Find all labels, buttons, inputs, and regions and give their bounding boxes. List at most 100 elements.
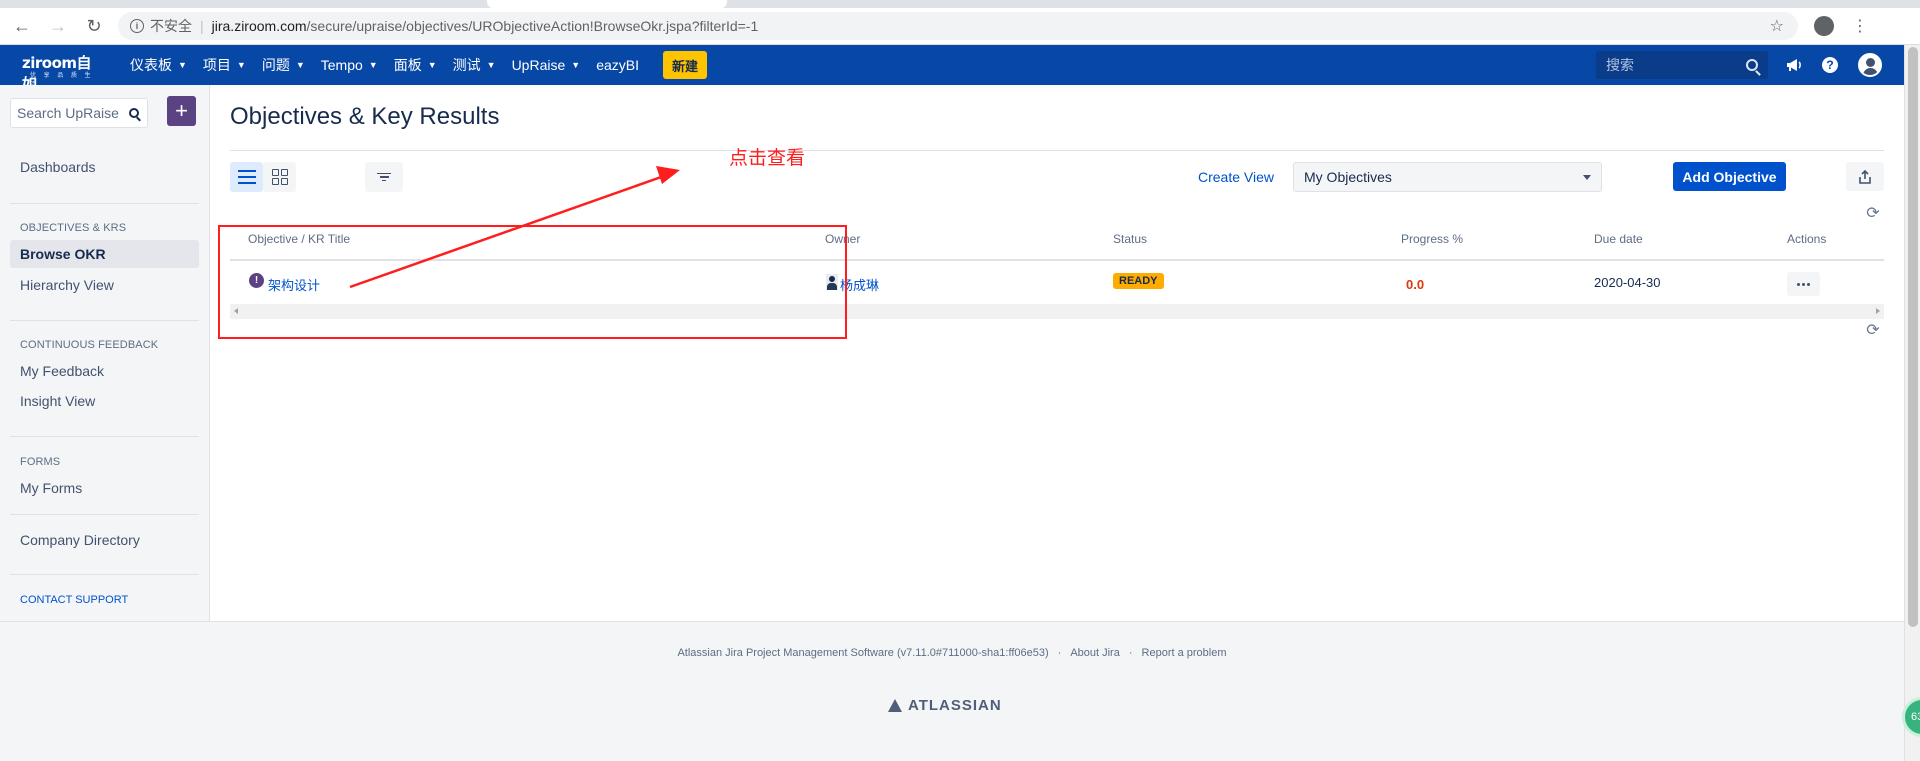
browser-profile-icon[interactable]: [1814, 16, 1834, 36]
footer-about-link[interactable]: About Jira: [1070, 647, 1120, 659]
chevron-down-icon: ▼: [486, 60, 496, 70]
annotation-text: 点击查看: [729, 148, 806, 169]
sidebar-item-my-forms[interactable]: My Forms: [20, 480, 82, 496]
status-badge: READY: [1113, 273, 1164, 289]
jira-header: ziroom自如 优 享 品 质 生 活 仪表板 ▼ 项目 ▼ 问题 ▼ Tempo ▼…: [0, 45, 1904, 93]
chevron-down-icon: ▼: [236, 60, 246, 70]
header-nav: 仪表板 ▼ 项目 ▼ 问题 ▼ Tempo ▼ 面板 ▼ 测试 ▼ UpRaise ▼ eaz…: [122, 45, 647, 85]
sidebar-search[interactable]: [10, 98, 148, 128]
refresh-icon[interactable]: ⟳: [1865, 203, 1881, 222]
browser-menu-icon[interactable]: ⋮: [1852, 18, 1868, 34]
nav-label: 问题: [261, 57, 290, 73]
sidebar-item-hierarchy-view[interactable]: Hierarchy View: [20, 277, 114, 293]
create-view-link[interactable]: Create View: [1198, 169, 1274, 185]
footer-report-link[interactable]: Report a problem: [1142, 647, 1227, 659]
share-icon: [1859, 169, 1871, 184]
chevron-down-icon: [1583, 174, 1591, 180]
sidebar-section-forms: FORMS: [20, 456, 61, 468]
nav-label: Tempo: [320, 57, 363, 73]
page-title: Objectives & Key Results: [230, 103, 500, 130]
list-icon: [237, 170, 256, 184]
column-header-actions: Actions: [1787, 232, 1827, 246]
sidebar-item-insight-view[interactable]: Insight View: [20, 393, 95, 409]
filter-button[interactable]: [365, 162, 403, 192]
export-button[interactable]: [1846, 162, 1884, 191]
create-button[interactable]: 新建: [663, 51, 708, 79]
nav-label: 测试: [452, 57, 481, 73]
nav-label: eazyBI: [596, 57, 639, 73]
nav-label: 面板: [393, 57, 422, 73]
column-header-status[interactable]: Status: [1113, 232, 1147, 246]
bookmark-star-icon[interactable]: ☆: [1770, 16, 1784, 36]
search-placeholder: 搜索: [1606, 57, 1634, 73]
browser-toolbar: ← → ↻ i 不安全 | jira.ziroom.com /secure/up…: [0, 8, 1920, 45]
scrollbar-thumb[interactable]: [1908, 47, 1918, 627]
sidebar-item-my-feedback[interactable]: My Feedback: [20, 363, 104, 379]
help-icon[interactable]: ?: [1822, 57, 1838, 73]
reload-icon[interactable]: ↻: [80, 12, 108, 40]
page-scrollbar[interactable]: [1904, 45, 1920, 761]
scroll-right-icon[interactable]: [1876, 308, 1880, 314]
due-date: 2020-04-30: [1594, 275, 1661, 290]
user-avatar[interactable]: [1858, 53, 1882, 77]
row-actions-button[interactable]: [1787, 272, 1820, 296]
url-host: jira.ziroom.com: [211, 18, 307, 34]
sidebar-divider: [10, 514, 199, 515]
sidebar-item-company-directory[interactable]: Company Directory: [20, 532, 140, 548]
atlassian-logo-icon: [888, 699, 902, 712]
chevron-down-icon: ▼: [178, 60, 187, 70]
view-select[interactable]: My Objectives: [1293, 162, 1602, 192]
nav-tempo[interactable]: Tempo ▼: [313, 45, 386, 85]
nav-projects[interactable]: 项目 ▼: [195, 45, 254, 85]
forward-arrow-icon[interactable]: →: [44, 12, 72, 40]
sidebar-search-input[interactable]: [17, 105, 127, 121]
add-objective-button[interactable]: Add Objective: [1673, 162, 1786, 191]
title-divider: [230, 150, 1884, 151]
contact-support-link[interactable]: CONTACT SUPPORT: [20, 594, 128, 606]
column-header-progress[interactable]: Progress %: [1401, 232, 1463, 246]
search-icon[interactable]: [129, 108, 139, 118]
nav-dashboards[interactable]: 仪表板 ▼: [122, 45, 195, 85]
nav-label: 项目: [202, 57, 231, 73]
nav-eazybi[interactable]: eazyBI: [588, 45, 647, 85]
browser-active-tab[interactable]: [487, 0, 727, 8]
atlassian-wordmark: ATLASSIAN: [908, 697, 1002, 714]
nav-tests[interactable]: 测试 ▼: [445, 45, 504, 85]
address-bar[interactable]: i 不安全 | jira.ziroom.com /secure/upraise/…: [118, 12, 1798, 40]
sidebar-divider: [10, 203, 199, 204]
info-icon[interactable]: i: [130, 19, 144, 33]
card-view-button[interactable]: [263, 162, 296, 192]
column-header-due-date[interactable]: Due date: [1594, 232, 1643, 246]
search-icon: [1746, 59, 1758, 71]
header-search-input[interactable]: 搜索: [1596, 51, 1768, 79]
ziroom-logo[interactable]: ziroom自如 优 享 品 质 生 活: [22, 50, 104, 93]
back-arrow-icon[interactable]: ←: [8, 12, 36, 40]
view-toggle: [230, 162, 296, 192]
footer-software-link[interactable]: Atlassian Jira Project Management Softwa…: [677, 647, 1048, 659]
add-button[interactable]: +: [167, 96, 196, 126]
atlassian-logo[interactable]: ATLASSIAN: [888, 697, 1002, 714]
browser-tab-strip: [0, 0, 1920, 8]
chevron-down-icon: ▼: [368, 60, 378, 70]
sidebar-section-okrs: OBJECTIVES & KRS: [20, 222, 127, 234]
list-view-button[interactable]: [230, 162, 263, 192]
nav-boards[interactable]: 面板 ▼: [386, 45, 445, 85]
nav-issues[interactable]: 问题 ▼: [254, 45, 313, 85]
upraise-sidebar: + Dashboards OBJECTIVES & KRS Browse OKR…: [0, 85, 210, 621]
sidebar-item-browse-okr[interactable]: Browse OKR: [10, 240, 199, 268]
page-footer: Atlassian Jira Project Management Softwa…: [0, 621, 1904, 761]
megaphone-icon[interactable]: [1784, 55, 1804, 75]
nav-label: 仪表板: [130, 57, 172, 73]
grid-icon: [271, 169, 288, 185]
chevron-down-icon: ▼: [571, 60, 581, 70]
sidebar-divider: [10, 436, 199, 437]
progress-value: 0.0: [1406, 277, 1425, 292]
sidebar-section-feedback: CONTINUOUS FEEDBACK: [20, 339, 159, 351]
refresh-icon[interactable]: ⟳: [1865, 320, 1881, 339]
nav-upraise[interactable]: UpRaise ▼: [504, 45, 589, 85]
sidebar-item-dashboards[interactable]: Dashboards: [20, 159, 96, 175]
chevron-down-icon: ▼: [295, 60, 305, 70]
chevron-down-icon: ▼: [427, 60, 437, 70]
view-select-value: My Objectives: [1304, 169, 1392, 185]
url-path: /secure/upraise/objectives/URObjectiveAc…: [306, 18, 759, 34]
